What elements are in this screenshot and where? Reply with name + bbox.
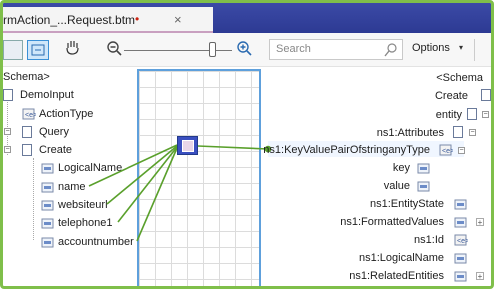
- field-element-icon: <e>: [454, 234, 469, 246]
- mapping-grid[interactable]: [137, 69, 261, 286]
- string-concatenate-functoid[interactable]: [177, 136, 198, 155]
- field-attribute-icon: [454, 270, 468, 282]
- grid-preview-button[interactable]: [3, 40, 23, 60]
- tree-node-label: name: [58, 181, 86, 193]
- schema-record-icon: [22, 144, 32, 156]
- expand-icon[interactable]: +: [476, 218, 484, 227]
- tree-node-label[interactable]: ns1:RelatedEntities: [349, 270, 444, 282]
- svg-text:<e>: <e>: [457, 238, 468, 245]
- search-box[interactable]: [269, 39, 403, 60]
- field-attribute-icon: [41, 162, 55, 174]
- field-attribute-icon: [417, 180, 431, 192]
- tree-node-label: telephone1: [58, 217, 113, 229]
- tree-node-label: websiteurl: [58, 199, 108, 211]
- field-attribute-icon: [454, 198, 468, 210]
- collapse-icon[interactable]: −: [469, 129, 476, 136]
- collapse-icon[interactable]: −: [482, 111, 489, 118]
- document-tab[interactable]: rmAction_...Request.btm • ×: [3, 7, 213, 33]
- schema-record-icon: [453, 126, 463, 138]
- svg-text:<e>: <e>: [25, 112, 36, 119]
- source-root-label: Schema>: [3, 71, 50, 83]
- schema-record-icon: [22, 126, 32, 138]
- field-element-icon: <e>: [439, 144, 454, 156]
- field-attribute-icon: [41, 236, 55, 248]
- search-input[interactable]: [274, 42, 382, 56]
- field-attribute-icon: [41, 199, 55, 211]
- schema-record-icon: [467, 108, 477, 120]
- tree-node-label[interactable]: ns1:Attributes: [377, 127, 444, 139]
- tab-modified-indicator: •: [135, 12, 140, 26]
- schema-record-icon: [481, 89, 491, 101]
- tree-node-label: Create: [39, 144, 73, 156]
- search-icon[interactable]: [384, 42, 398, 61]
- zoom-in-icon[interactable]: [236, 40, 252, 60]
- tree-node-label[interactable]: ns1:EntityState: [370, 198, 444, 210]
- field-attribute-icon: [41, 217, 55, 229]
- tab-close-icon[interactable]: ×: [174, 12, 182, 27]
- field-attribute-icon: [454, 216, 468, 228]
- tree-node-label: ActionType: [39, 108, 94, 120]
- tree-node-label: Query: [39, 126, 69, 138]
- svg-text:<e>: <e>: [442, 148, 453, 155]
- expand-icon[interactable]: +: [476, 272, 484, 281]
- map-editor-window: rmAction_...Request.btm • × Options ▾: [0, 0, 494, 289]
- hand-pan-icon[interactable]: [63, 38, 83, 58]
- field-attribute-icon: [417, 162, 431, 174]
- chevron-down-icon[interactable]: ▾: [459, 43, 463, 52]
- field-attribute-icon: [454, 252, 468, 264]
- toolbar-divider: [474, 39, 475, 61]
- relink-icon: [31, 44, 45, 56]
- options-menu-button[interactable]: Options: [412, 42, 450, 54]
- schema-record-icon: [3, 89, 13, 101]
- field-attribute-icon: [41, 181, 55, 193]
- tree-node-label[interactable]: Create: [435, 90, 468, 102]
- tree-node-label[interactable]: ns1:LogicalName: [359, 252, 444, 264]
- tree-node-label[interactable]: ns1:KeyValuePairOfstringanyType: [263, 144, 430, 156]
- tree-node-label: DemoInput: [20, 89, 74, 101]
- tree-node-label[interactable]: key: [393, 162, 410, 174]
- tree-node-label[interactable]: value: [384, 180, 410, 192]
- collapse-icon[interactable]: −: [458, 147, 465, 154]
- relink-button[interactable]: [27, 40, 49, 60]
- tree-node-label[interactable]: entity: [436, 109, 462, 121]
- tree-guide-line: [33, 158, 34, 240]
- tree-node-label: LogicalName: [58, 162, 123, 174]
- document-tab-strip: rmAction_...Request.btm • ×: [3, 3, 491, 33]
- tree-node-label[interactable]: <Schema: [436, 72, 483, 84]
- tree-node-label[interactable]: ns1:Id: [414, 234, 444, 246]
- collapse-icon[interactable]: −: [4, 128, 11, 135]
- field-element-icon: <e>: [22, 108, 37, 120]
- tree-node-label: accountnumber: [58, 236, 134, 248]
- collapse-icon[interactable]: −: [4, 146, 11, 153]
- tab-title: rmAction_...Request.btm: [3, 13, 136, 27]
- tree-node-label[interactable]: ns1:FormattedValues: [340, 216, 444, 228]
- toolbar: Options ▾: [3, 33, 491, 67]
- zoom-out-icon[interactable]: [106, 40, 122, 60]
- zoom-slider-thumb[interactable]: [209, 42, 216, 57]
